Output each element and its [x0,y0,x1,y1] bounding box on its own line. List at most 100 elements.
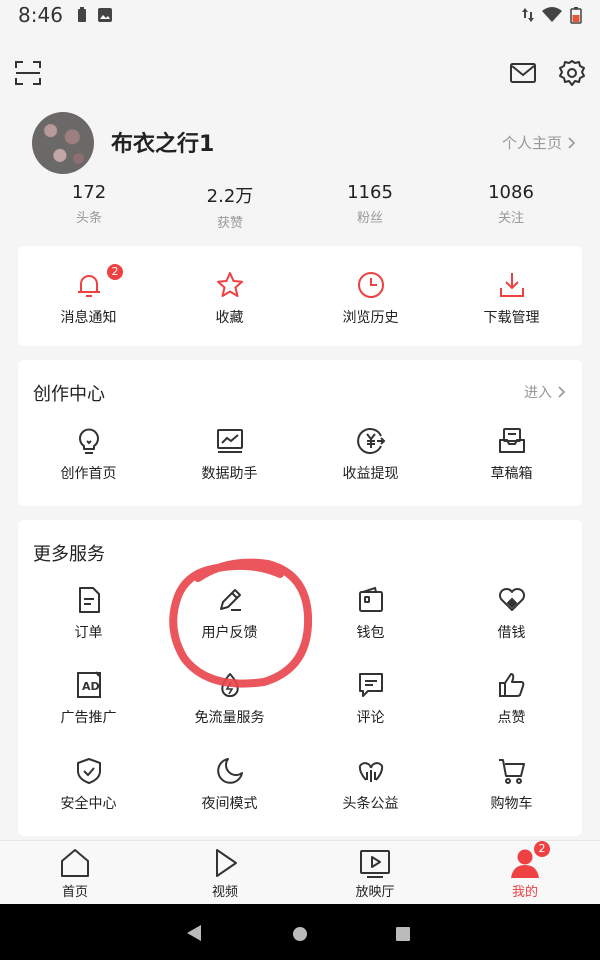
tv-icon [360,850,390,878]
avatar[interactable] [32,112,94,174]
tab-theater[interactable]: 放映厅 [335,847,415,900]
creation-center-card: 创作中心 进入 创作首页 数据助手 收益提现 草稿箱 [18,360,582,506]
grid-item-label: 收益提现 [342,466,399,482]
status-bar: 8:46 [0,0,600,30]
tab-label: 我的 [511,885,538,900]
image-notification-icon [97,8,112,22]
charity-button[interactable]: 头条公益 [300,756,441,813]
data-assistant-button[interactable]: 数据助手 [159,426,300,483]
grid-item-label: 创作首页 [60,466,117,482]
stat-likes[interactable]: 2.2万 获赞 [170,182,290,231]
earnings-withdraw-button[interactable]: 收益提现 [300,426,441,483]
cart-icon [498,759,525,784]
orders-button[interactable]: 订单 [18,585,159,642]
grid-item-label: 订单 [74,625,103,641]
loan-button[interactable]: 借钱 [441,585,582,642]
homepage-link[interactable]: 个人主页 [502,132,576,153]
thumbs-up-icon [498,673,524,697]
tab-video[interactable]: 视频 [185,847,265,900]
stat-following[interactable]: 1086 关注 [451,182,571,226]
grid-item-label: 安全中心 [60,796,117,812]
play-icon [216,849,237,877]
more-services-title: 更多服务 [33,544,105,565]
notifications-button[interactable]: 2 消息通知 [18,264,159,327]
grid-item-label: 评论 [356,710,385,726]
grid-item-label: 借钱 [497,625,526,641]
status-time: 8:46 [18,3,63,27]
stat-value: 1165 [347,182,393,203]
quick-actions-card: 2 消息通知 收藏 浏览历史 下载管理 [18,246,582,346]
tab-label: 视频 [211,885,238,900]
grid-item-label: 浏览历史 [342,310,399,326]
bell-icon [77,275,100,297]
clock-icon [357,272,384,298]
lightbulb-icon [78,428,99,454]
tab-badge: 2 [534,841,550,857]
svg-text:AD: AD [82,680,100,693]
grid-item-label: 点赞 [497,710,526,726]
mail-icon[interactable] [508,58,538,88]
star-icon [216,272,243,297]
feedback-button[interactable]: 用户反馈 [159,585,300,642]
recents-icon[interactable] [396,927,410,941]
chevron-right-icon [568,136,576,149]
security-center-button[interactable]: 安全中心 [18,756,159,813]
wallet-button[interactable]: 钱包 [300,585,441,642]
chevron-right-icon [558,386,566,398]
stat-label: 粉丝 [356,211,383,226]
ad-icon: AD [76,671,101,698]
home-nav-icon[interactable] [292,926,308,942]
chart-monitor-icon [216,429,243,453]
draft-box-icon [498,428,525,453]
wifi-icon [542,7,562,22]
wallet-icon [358,586,383,612]
night-mode-button[interactable]: 夜间模式 [159,756,300,813]
pen-icon [219,589,241,611]
favorites-button[interactable]: 收藏 [159,270,300,327]
tab-label: 首页 [61,885,88,900]
free-data-button[interactable]: 免流量服务 [159,670,300,727]
stat-value: 1086 [488,182,534,203]
stat-value: 2.2万 [206,186,254,207]
comments-button[interactable]: 评论 [300,670,441,727]
shield-icon [76,758,101,784]
notification-badge: 2 [107,264,123,280]
stat-followers[interactable]: 1165 粉丝 [310,182,430,226]
data-drop-icon [220,673,239,698]
shopping-cart-button[interactable]: 购物车 [441,756,582,813]
bottom-tab-bar: 首页 视频 放映厅 2 我的 [0,840,600,904]
battery-icon [570,7,582,24]
download-icon [499,273,524,297]
downloads-button[interactable]: 下载管理 [441,270,582,327]
grid-item-label: 免流量服务 [194,710,265,726]
grid-item-label: 夜间模式 [201,796,258,812]
ad-promotion-button[interactable]: AD 广告推广 [18,670,159,727]
likes-button[interactable]: 点赞 [441,670,582,727]
moon-icon [216,758,243,784]
grid-item-label: 消息通知 [60,310,117,326]
drafts-button[interactable]: 草稿箱 [441,426,582,483]
stat-label: 获赞 [216,216,243,231]
stat-posts[interactable]: 172 头条 [29,182,149,226]
comment-icon [358,673,383,697]
profile-header: 布衣之行1 个人主页 [0,110,600,180]
history-button[interactable]: 浏览历史 [300,270,441,327]
top-bar [0,50,600,96]
stat-label: 关注 [497,211,524,226]
yuan-coin-icon [356,428,385,454]
creation-home-button[interactable]: 创作首页 [18,426,159,483]
enter-label: 进入 [524,385,552,401]
creation-center-enter[interactable]: 进入 [524,382,566,402]
homepage-link-label: 个人主页 [501,134,562,152]
back-icon[interactable] [186,924,202,942]
charity-icon [358,762,383,782]
scan-icon[interactable] [13,58,43,88]
stat-value: 172 [71,182,107,203]
username[interactable]: 布衣之行1 [111,126,214,158]
tab-home[interactable]: 首页 [35,847,115,900]
profile-stats: 172 头条 2.2万 获赞 1165 粉丝 1086 关注 [0,182,600,232]
home-icon [61,849,89,877]
gear-icon[interactable] [557,58,587,88]
tab-mine[interactable]: 2 我的 [485,841,565,900]
more-services-card: 更多服务 订单 用户反馈 钱包 借钱 AD 广告推广 免流量服务 评论 点赞 安… [18,520,582,836]
